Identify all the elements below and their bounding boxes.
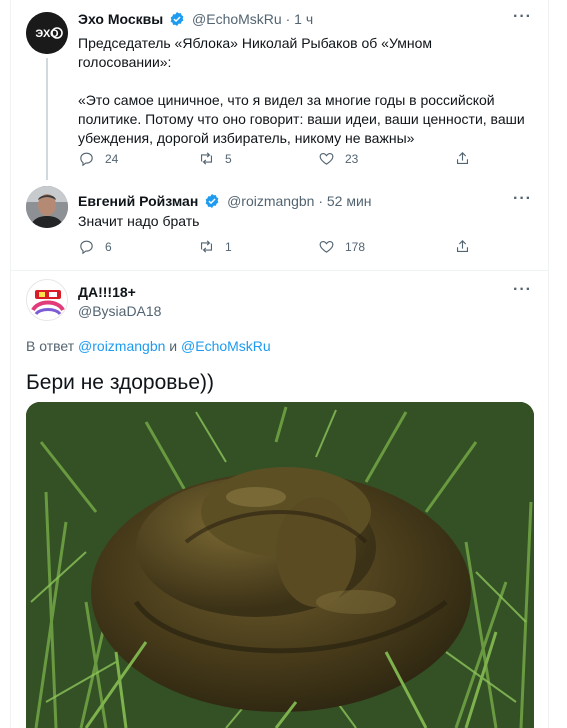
author-name[interactable]: Евгений Ройзман	[78, 193, 198, 209]
tweet-photo[interactable]	[26, 402, 534, 728]
reply-icon	[80, 152, 93, 167]
echo-logo-icon: ЭХО	[26, 12, 68, 54]
like-icon	[319, 240, 334, 253]
reply-button[interactable]: 24	[78, 150, 118, 167]
tweet-text: Значит надо брать	[78, 213, 200, 229]
tweet-header: Эхо Москвы @EchoMskRu · 1 ч	[78, 10, 313, 28]
verified-badge-icon	[205, 194, 219, 208]
more-icon[interactable]: ···	[513, 8, 532, 26]
reply-count: 6	[105, 239, 112, 254]
tweet-header: Евгений Ройзман @roizmangbn · 52 мин	[78, 192, 372, 210]
tweet-time[interactable]: · 52 мин	[318, 193, 371, 209]
share-button[interactable]	[454, 150, 471, 167]
person-photo-icon	[26, 186, 68, 228]
retweet-button[interactable]: 5	[198, 150, 232, 167]
like-count: 23	[345, 151, 359, 166]
reply-and: и	[169, 338, 178, 354]
mention-link[interactable]: @roizmangbn	[78, 338, 165, 354]
reply-prefix: В ответ	[26, 338, 75, 354]
retweet-button[interactable]: 1	[198, 238, 232, 255]
author-name[interactable]: Эхо Москвы	[78, 11, 163, 27]
tweet-text: Председатель «Яблока» Николай Рыбаков об…	[78, 35, 525, 146]
tweet-time[interactable]: · 1 ч	[286, 11, 314, 27]
verified-badge-icon	[170, 12, 184, 26]
retweet-icon	[200, 240, 213, 253]
tweet-text: Бери не здоровье))	[26, 371, 215, 394]
more-icon[interactable]: ···	[513, 190, 532, 208]
reply-count: 24	[105, 151, 119, 166]
tweet-echo[interactable]: ЭХО Эхо Москвы @EchoMskRu · 1 ч ··· Пред…	[10, 0, 548, 180]
tweet-roizman[interactable]: Евгений Ройзман @roizmangbn · 52 мин ···…	[10, 178, 548, 270]
like-icon	[319, 152, 334, 165]
author-handle-line: @BysiaDA18	[78, 302, 161, 320]
retweet-icon	[200, 152, 213, 165]
reply-context: В ответ @roizmangbn и @EchoMskRu	[26, 338, 271, 354]
more-icon[interactable]: ···	[513, 281, 532, 299]
tweet-header: ДА!!!18+	[78, 283, 136, 301]
like-button[interactable]: 23	[318, 150, 358, 167]
reply-button[interactable]: 6	[78, 238, 112, 255]
timeline-border-right	[548, 0, 549, 728]
profile-logo-icon	[27, 280, 67, 320]
share-icon	[456, 152, 469, 165]
share-button[interactable]	[454, 238, 471, 255]
avatar[interactable]: ЭХО	[26, 12, 68, 54]
author-name[interactable]: ДА!!!18+	[78, 284, 136, 300]
tweet-actions: 6 1 178	[78, 238, 478, 258]
avatar[interactable]	[26, 279, 68, 321]
avatar[interactable]	[26, 186, 68, 228]
retweet-count: 1	[225, 239, 232, 254]
share-icon	[456, 240, 469, 253]
reply-icon	[80, 240, 93, 255]
author-handle[interactable]: @BysiaDA18	[78, 303, 161, 319]
mention-link[interactable]: @EchoMskRu	[181, 338, 271, 354]
retweet-count: 5	[225, 151, 232, 166]
attached-image	[26, 402, 534, 728]
tweet-actions: 24 5 23	[78, 150, 478, 170]
author-handle[interactable]: @roizmangbn	[227, 193, 314, 209]
thread-line	[46, 58, 48, 180]
like-button[interactable]: 178	[318, 238, 365, 255]
author-handle[interactable]: @EchoMskRu	[192, 11, 282, 27]
like-count: 178	[345, 239, 366, 254]
